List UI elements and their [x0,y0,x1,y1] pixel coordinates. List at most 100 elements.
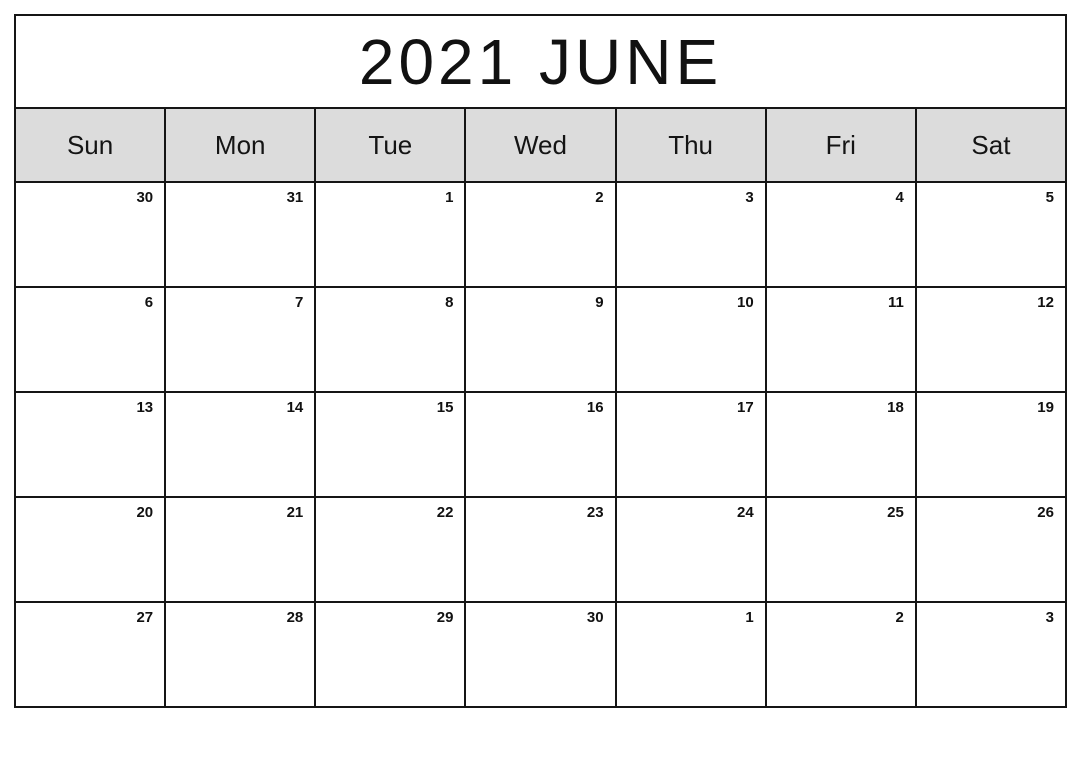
day-note-area[interactable] [767,211,915,286]
calendar-page: 2021 JUNE Sun Mon Tue Wed Thu Fri Sat 30 [14,14,1067,708]
day-number: 1 [445,189,454,206]
day-number: 14 [286,399,304,416]
week-row: 30 31 1 2 3 4 5 [16,183,1065,288]
day-note-area[interactable] [16,526,164,601]
day-number: 29 [436,609,454,626]
day-cell[interactable]: 1 [616,603,767,706]
day-cell[interactable]: 10 [616,288,767,391]
day-note-area[interactable] [917,631,1065,706]
day-cell[interactable]: 2 [766,603,917,706]
day-cell[interactable]: 30 [16,183,167,286]
day-cell[interactable]: 23 [466,498,617,601]
day-number: 15 [436,399,454,416]
day-cell[interactable]: 3 [616,183,767,286]
day-cell[interactable]: 17 [616,393,767,496]
day-number: 18 [887,399,904,416]
day-cell[interactable]: 9 [466,288,617,391]
day-note-area[interactable] [166,316,314,391]
day-note-area[interactable] [767,631,915,706]
day-note-area[interactable] [466,526,614,601]
day-cell[interactable]: 27 [16,603,167,706]
week-row: 27 28 29 30 1 2 3 [16,603,1065,706]
day-number: 8 [445,294,454,311]
day-cell[interactable]: 13 [16,393,167,496]
day-cell[interactable]: 4 [766,183,917,286]
day-number: 11 [887,294,904,311]
day-cell[interactable]: 22 [316,498,467,601]
day-cell[interactable]: 18 [766,393,917,496]
day-note-area[interactable] [316,316,464,391]
weekday-header-row: Sun Mon Tue Wed Thu Fri Sat [16,109,1065,183]
day-cell[interactable]: 20 [16,498,167,601]
day-cell[interactable]: 26 [916,498,1065,601]
day-cell[interactable]: 7 [166,288,317,391]
day-note-area[interactable] [166,421,314,496]
day-cell[interactable]: 6 [16,288,167,391]
day-number: 17 [737,399,754,416]
day-number: 26 [1037,504,1054,521]
day-cell[interactable]: 5 [916,183,1065,286]
day-note-area[interactable] [316,631,464,706]
calendar-title: 2021 JUNE [358,25,723,98]
day-note-area[interactable] [316,421,464,496]
weekday-header-sun: Sun [16,109,167,181]
day-cell[interactable]: 29 [316,603,467,706]
day-note-area[interactable] [917,421,1065,496]
day-note-area[interactable] [316,211,464,286]
day-note-area[interactable] [617,316,765,391]
day-number: 2 [595,189,604,206]
day-cell[interactable]: 19 [916,393,1065,496]
day-cell[interactable]: 3 [916,603,1065,706]
day-note-area[interactable] [16,421,164,496]
day-number: 22 [436,504,454,521]
day-note-area[interactable] [466,316,614,391]
day-number: 1 [745,609,754,626]
day-number: 24 [737,504,754,521]
day-cell[interactable]: 8 [316,288,467,391]
day-note-area[interactable] [917,526,1065,601]
day-number: 6 [144,294,154,311]
day-cell[interactable]: 15 [316,393,467,496]
day-cell[interactable]: 28 [166,603,317,706]
day-number: 3 [745,189,754,206]
day-cell[interactable]: 12 [916,288,1065,391]
day-cell[interactable]: 11 [766,288,917,391]
day-note-area[interactable] [767,421,915,496]
day-note-area[interactable] [767,526,915,601]
day-cell[interactable]: 31 [166,183,317,286]
day-note-area[interactable] [617,421,765,496]
day-cell[interactable]: 2 [466,183,617,286]
day-cell[interactable]: 21 [166,498,317,601]
day-note-area[interactable] [166,211,314,286]
day-note-area[interactable] [617,211,765,286]
day-note-area[interactable] [466,211,614,286]
day-note-area[interactable] [466,421,614,496]
day-note-area[interactable] [767,316,915,391]
day-note-area[interactable] [316,526,464,601]
calendar-title-band: 2021 JUNE [16,16,1065,109]
day-note-area[interactable] [16,211,164,286]
day-note-area[interactable] [917,211,1065,286]
weekday-label: Wed [513,130,567,160]
day-cell[interactable]: 1 [316,183,467,286]
day-cell[interactable]: 25 [766,498,917,601]
weekday-header-tue: Tue [316,109,467,181]
day-number: 21 [286,504,304,521]
day-cell[interactable]: 16 [466,393,617,496]
weekday-label: Sat [971,130,1011,160]
day-cell[interactable]: 24 [616,498,767,601]
week-row: 6 7 8 9 10 11 12 [16,288,1065,393]
day-number: 3 [1045,609,1054,626]
week-row: 20 21 22 23 24 25 26 [16,498,1065,603]
day-note-area[interactable] [16,316,164,391]
day-note-area[interactable] [166,631,314,706]
weekday-label: Fri [825,130,856,160]
day-note-area[interactable] [617,526,765,601]
day-note-area[interactable] [16,631,164,706]
day-note-area[interactable] [617,631,765,706]
day-cell[interactable]: 30 [466,603,617,706]
day-note-area[interactable] [166,526,314,601]
day-note-area[interactable] [917,316,1065,391]
day-note-area[interactable] [466,631,614,706]
day-cell[interactable]: 14 [166,393,317,496]
